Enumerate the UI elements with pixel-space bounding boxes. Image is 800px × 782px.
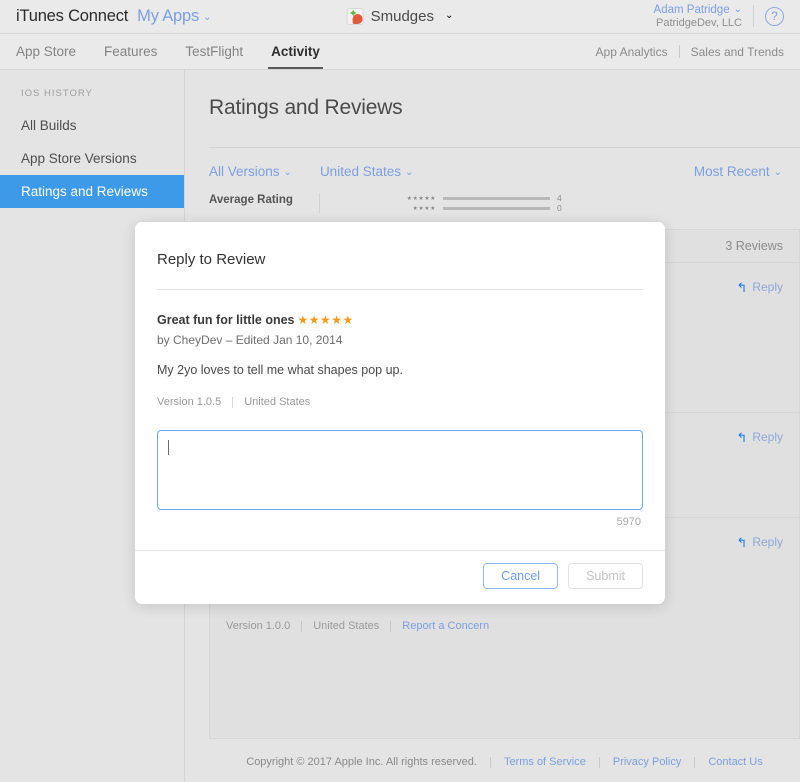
modal-review-summary: Great fun for little ones★★★★★ by CheyDe… bbox=[135, 290, 665, 408]
report-a-concern-link[interactable]: Report a Concern bbox=[402, 620, 489, 632]
modal-review-title: Great fun for little ones bbox=[157, 313, 295, 327]
star-icon: ★★★★★ bbox=[298, 313, 354, 327]
tab-features[interactable]: Features bbox=[104, 34, 157, 69]
reply-label: Reply bbox=[752, 430, 783, 444]
nav-bar-right: App Analytics Sales and Trends bbox=[596, 34, 784, 69]
footer: Copyright © 2017 Apple Inc. All rights r… bbox=[209, 738, 800, 782]
modal-review-byline: by CheyDev – Edited Jan 10, 2014 bbox=[157, 333, 643, 347]
divider bbox=[753, 5, 754, 27]
reply-arrow-icon: ↰ bbox=[736, 536, 747, 549]
modal-review-title-line: Great fun for little ones★★★★★ bbox=[157, 311, 643, 329]
sort-filter[interactable]: Most Recent⌄ bbox=[694, 164, 782, 179]
nav-bar: App Store Features TestFlight Activity A… bbox=[0, 34, 800, 70]
chevron-down-icon: ⌄ bbox=[284, 167, 292, 178]
reply-label: Reply bbox=[752, 280, 783, 294]
reply-label: Reply bbox=[752, 535, 783, 549]
review-territory: United States bbox=[313, 620, 379, 632]
modal-review-version: Version 1.0.5 bbox=[157, 396, 221, 408]
rating-bar-row: ★★★★★ 4 bbox=[400, 193, 562, 203]
submit-button: Submit bbox=[568, 563, 643, 589]
tab-testflight[interactable]: TestFlight bbox=[185, 34, 243, 69]
chevron-down-icon: ⌄ bbox=[405, 167, 413, 178]
top-bar: iTunes Connect My Apps ⌄ ✦ Smudges ⌄ Adam… bbox=[0, 0, 800, 34]
reply-button[interactable]: ↰ Reply bbox=[736, 280, 783, 294]
reply-button[interactable]: ↰ Reply bbox=[736, 535, 783, 549]
sidebar-item-app-store-versions[interactable]: App Store Versions bbox=[0, 142, 184, 175]
link-app-analytics[interactable]: App Analytics bbox=[596, 45, 668, 59]
star-icon: ★★★★★ bbox=[400, 195, 436, 202]
rating-bar-track bbox=[443, 197, 550, 200]
rating-bar-count: 4 bbox=[557, 193, 562, 203]
chevron-down-icon: ⌄ bbox=[774, 167, 782, 178]
divider bbox=[599, 757, 600, 768]
star-icon: ★★★★ bbox=[400, 205, 436, 212]
modal-review-body: My 2yo loves to tell me what shapes pop … bbox=[157, 363, 643, 377]
average-rating-label: Average Rating bbox=[209, 193, 319, 213]
rating-bars: ★★★★★ 4 ★★★★ 0 bbox=[320, 193, 562, 213]
reply-arrow-icon: ↰ bbox=[736, 281, 747, 294]
app-name-label: Smudges bbox=[371, 8, 434, 25]
divider bbox=[679, 45, 680, 58]
rating-bar-count: 0 bbox=[557, 203, 562, 213]
reply-textarea[interactable] bbox=[157, 430, 643, 510]
filter-bar: All Versions⌄ United States⌄ Most Recent… bbox=[185, 148, 800, 179]
brand-title: iTunes Connect bbox=[16, 7, 128, 26]
divider bbox=[390, 621, 391, 632]
cancel-button[interactable]: Cancel bbox=[483, 563, 558, 589]
sidebar-item-all-builds[interactable]: All Builds bbox=[0, 109, 184, 142]
copyright-text: Copyright © 2017 Apple Inc. All rights r… bbox=[246, 756, 477, 768]
rating-summary: Average Rating ★★★★★ 4 ★★★★ 0 bbox=[185, 179, 800, 213]
sidebar-heading: iOS HISTORY bbox=[0, 84, 184, 109]
version-filter[interactable]: All Versions⌄ bbox=[209, 164, 292, 179]
reply-arrow-icon: ↰ bbox=[736, 431, 747, 444]
chevron-down-icon: ⌄ bbox=[734, 4, 742, 16]
my-apps-menu[interactable]: My Apps ⌄ bbox=[137, 7, 211, 26]
rating-bar-track bbox=[443, 207, 550, 210]
my-apps-label: My Apps bbox=[137, 7, 199, 25]
modal-title: Reply to Review bbox=[135, 222, 665, 268]
modal-review-territory: United States bbox=[244, 396, 310, 408]
tab-activity[interactable]: Activity bbox=[271, 34, 320, 69]
modal-footer: Cancel Submit bbox=[135, 550, 665, 604]
tab-app-store[interactable]: App Store bbox=[16, 34, 76, 69]
help-icon[interactable]: ? bbox=[765, 7, 784, 26]
review-meta: Version 1.0.0 United States Report a Con… bbox=[226, 620, 783, 632]
reply-to-review-modal: Reply to Review Great fun for little one… bbox=[135, 222, 665, 604]
chevron-down-icon: ⌄ bbox=[203, 12, 211, 23]
account-name: Adam Patridge⌄ bbox=[654, 4, 742, 17]
contact-us-link[interactable]: Contact Us bbox=[708, 756, 762, 768]
modal-review-meta: Version 1.0.5 United States bbox=[157, 396, 643, 408]
character-counter: 5970 bbox=[135, 510, 665, 528]
account-org: PatridgeDev, LLC bbox=[654, 17, 742, 30]
chevron-down-icon: ⌄ bbox=[445, 10, 453, 21]
app-icon: ✦ bbox=[347, 8, 364, 25]
account-menu[interactable]: Adam Patridge⌄ PatridgeDev, LLC bbox=[654, 4, 742, 30]
link-sales-and-trends[interactable]: Sales and Trends bbox=[691, 45, 784, 59]
divider bbox=[301, 621, 302, 632]
sidebar-item-ratings-and-reviews[interactable]: Ratings and Reviews bbox=[0, 175, 184, 208]
divider bbox=[694, 757, 695, 768]
nav-tabs: App Store Features TestFlight Activity bbox=[16, 34, 320, 69]
reply-button[interactable]: ↰ Reply bbox=[736, 430, 783, 444]
divider bbox=[490, 757, 491, 768]
current-app-selector[interactable]: ✦ Smudges ⌄ bbox=[347, 8, 454, 25]
rating-bar-row: ★★★★ 0 bbox=[400, 203, 562, 213]
territory-filter[interactable]: United States⌄ bbox=[320, 164, 413, 179]
divider bbox=[232, 397, 233, 408]
review-version: Version 1.0.0 bbox=[226, 620, 290, 632]
terms-of-service-link[interactable]: Terms of Service bbox=[504, 756, 586, 768]
privacy-policy-link[interactable]: Privacy Policy bbox=[613, 756, 681, 768]
page-title: Ratings and Reviews bbox=[185, 70, 800, 120]
text-cursor bbox=[168, 440, 169, 455]
top-bar-right: Adam Patridge⌄ PatridgeDev, LLC ? bbox=[654, 4, 784, 30]
